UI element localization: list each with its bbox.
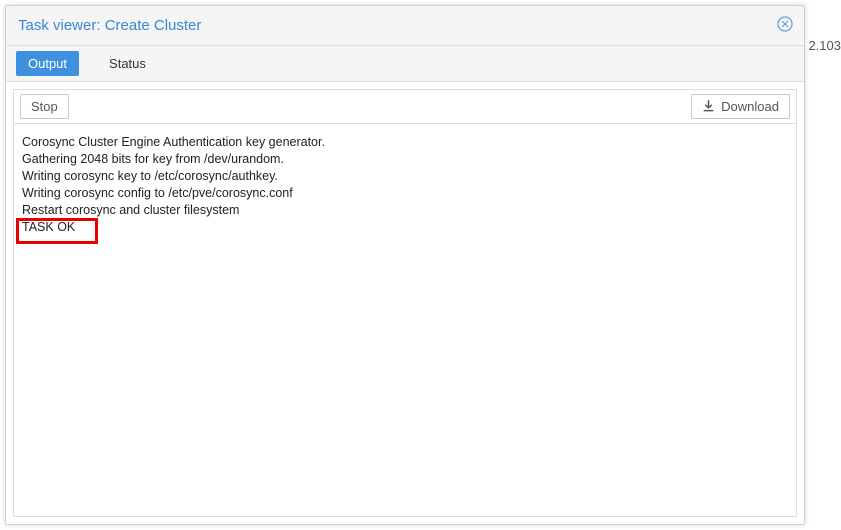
dialog-title: Task viewer: Create Cluster	[18, 17, 201, 34]
background-text: 2.103	[808, 38, 841, 53]
close-icon	[777, 16, 793, 35]
tab-status[interactable]: Status	[97, 51, 158, 76]
log-line: Corosync Cluster Engine Authentication k…	[22, 134, 788, 151]
dialog-header: Task viewer: Create Cluster	[6, 6, 804, 46]
download-icon	[702, 100, 715, 113]
content-wrapper: Stop Download Corosync Cluster Engine Au…	[6, 82, 804, 524]
tab-output[interactable]: Output	[16, 51, 79, 76]
log-line: TASK OK	[22, 219, 788, 236]
task-viewer-dialog: Task viewer: Create Cluster Output Statu…	[5, 5, 805, 525]
log-line: Gathering 2048 bits for key from /dev/ur…	[22, 151, 788, 168]
log-line: Restart corosync and cluster filesystem	[22, 202, 788, 219]
log-output[interactable]: Corosync Cluster Engine Authentication k…	[14, 124, 796, 516]
log-line: Writing corosync config to /etc/pve/coro…	[22, 185, 788, 202]
close-button[interactable]	[776, 17, 794, 35]
tabs-bar: Output Status	[6, 46, 804, 82]
log-line: Writing corosync key to /etc/corosync/au…	[22, 168, 788, 185]
toolbar: Stop Download	[14, 90, 796, 124]
download-button[interactable]: Download	[691, 94, 790, 119]
stop-button[interactable]: Stop	[20, 94, 69, 119]
content-inner: Stop Download Corosync Cluster Engine Au…	[13, 89, 797, 517]
download-label: Download	[721, 99, 779, 114]
